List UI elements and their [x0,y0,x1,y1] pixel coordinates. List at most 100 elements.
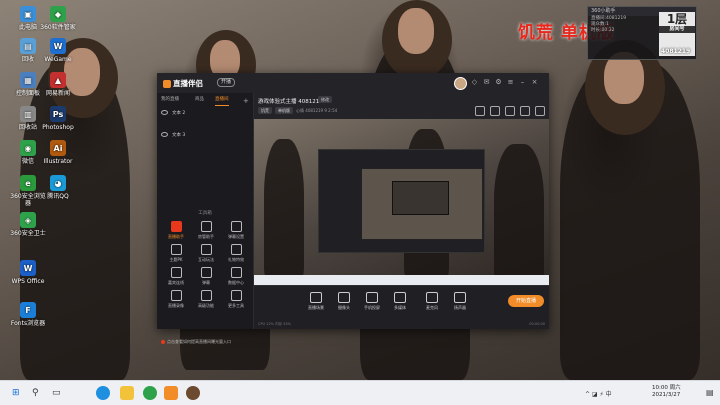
search-icon[interactable]: ⚲ [32,387,39,399]
scene-item[interactable]: 文本 3 [161,131,185,140]
tool-icon [170,244,182,255]
tool-icon [200,290,212,301]
start-live-button[interactable]: 开始直播 [508,295,544,307]
tool-label: 嘉宾连线 [168,280,184,285]
tool-button[interactable]: 更多工具 [223,290,249,309]
logo-icon [163,80,171,88]
eye-icon[interactable] [161,132,168,137]
preview-figure [494,144,544,284]
windows-start-icon[interactable]: ⊞ [12,387,20,399]
tool-button[interactable]: 互动玩法 [193,244,219,263]
tool-button[interactable]: 弹幕 [193,267,219,286]
app-icon: W [50,38,66,54]
minimize-icon[interactable]: – [518,78,527,87]
source-button[interactable]: 直播场景 [304,292,328,311]
add-scene-icon[interactable]: + [243,97,249,105]
app-icon: ▦ [20,72,36,88]
avatar[interactable] [454,77,467,90]
app-icon: ◈ [20,212,36,228]
tool-button[interactable]: 主题PK [163,244,189,263]
app-icon: F [20,302,36,318]
edge-icon[interactable] [96,386,110,400]
desktop-icon[interactable]: ◈ 360安全卫士 [8,212,48,237]
record-icon[interactable] [490,106,500,116]
source-button[interactable]: 麦克风 [420,292,444,311]
desktop-icon[interactable]: W WeGame [38,38,78,63]
category-tag[interactable]: 饥荒 [258,107,272,114]
exposure-notice[interactable]: 点击查看如何提高直播间曝光量入口 [161,339,231,345]
tool-button[interactable]: 礼物特效 [223,244,249,263]
sidebar-tabs: 我的直播 商品 直播间 + [157,96,253,106]
menu-icon[interactable]: ≡ [506,78,515,87]
tab-my-live[interactable]: 我的直播 [161,96,179,102]
notification-icon[interactable]: ▤ [706,387,714,399]
clock[interactable]: 10:00 周六 2021/3/27 [652,385,681,399]
source-icon [310,292,322,303]
more-icon[interactable] [535,106,545,116]
source-icon [338,292,350,303]
room-badge-sub: 房间号 [659,26,695,33]
room-meta: 饥荒 单机版 心情 4081219 9 2:54 [258,107,337,114]
gift-icon[interactable]: ◇ [470,78,479,87]
status-left: CPU 12% 内存 45% [258,322,292,326]
tool-icon [170,290,182,301]
vip-badge[interactable]: 开播 [217,78,236,87]
source-label: 扬声器 [454,305,466,310]
desktop-icon-label: Fonts浏览器 [10,320,46,327]
app-icon: Ai [50,140,66,156]
desktop-icon[interactable]: Ps Photoshop [38,106,78,131]
eye-icon[interactable] [161,110,168,115]
source-button[interactable]: 手机投屏 [360,292,384,311]
message-icon[interactable]: ✉ [482,78,491,87]
app-icon: ◆ [50,6,66,22]
settings-icon[interactable]: ⚙ [494,78,503,87]
screenshot-icon[interactable] [475,106,485,116]
tool-icon [170,221,182,232]
tool-icon [200,244,212,255]
share-icon[interactable] [505,106,515,116]
browser-360-icon[interactable] [143,386,157,400]
preview-figure [264,139,304,279]
category-tag[interactable]: 单机版 [275,107,293,114]
wallpaper-face [398,8,434,54]
folder-icon[interactable] [120,386,134,400]
desktop-icon[interactable]: ▲ 网易新闻 [38,72,78,97]
clock-date: 2021/3/27 [652,392,681,398]
tool-button[interactable]: 高级功能 [193,290,219,309]
live-companion-icon[interactable] [164,386,178,400]
tool-button[interactable]: 直播助手 [163,221,189,240]
tool-icon [200,221,212,232]
edit-title-button[interactable]: 修改 [318,96,332,103]
desktop-icon[interactable]: F Fonts浏览器 [8,302,48,327]
tool-button[interactable]: 房管助手 [193,221,219,240]
source-button[interactable]: 摄像头 [332,292,356,311]
status-right: 00:00:00 [529,322,545,326]
tool-button[interactable]: 嘉宾连线 [163,267,189,286]
game-icon[interactable] [186,386,200,400]
desktop-icon[interactable]: ◕ 腾讯QQ [38,175,78,200]
source-button[interactable]: 多媒体 [388,292,412,311]
tab-goods[interactable]: 商品 [195,96,204,102]
tool-button[interactable]: 直播录像 [163,290,189,309]
tool-button[interactable]: 数据中心 [223,267,249,286]
source-icon [366,292,378,303]
toolbox-title: 工具箱 [198,211,212,216]
close-icon[interactable]: × [530,78,539,87]
stream-preview[interactable] [254,119,549,285]
system-tray[interactable]: ^ ◪ ⚡ 中 [585,389,612,398]
tool-button[interactable]: 弹幕设置 [223,221,249,240]
room-badge: 1层 房间号 4081219 [659,12,695,56]
desktop-icon[interactable]: Ai Illustrator [38,140,78,165]
desktop-icon[interactable]: ◆ 360软件管家 [38,6,78,31]
nested-preview-inner [392,181,449,215]
bell-icon[interactable] [520,106,530,116]
tab-live-room[interactable]: 直播间 [215,96,229,106]
desktop-icon[interactable]: W WPS Office [8,260,48,285]
app-icon: ▥ [20,106,36,122]
status-bar: CPU 12% 内存 45% 00:00:00 [254,320,549,329]
source-button[interactable]: 扬声器 [448,292,472,311]
tool-icon [230,290,242,301]
tool-label: 礼物特效 [228,257,244,262]
scene-item[interactable]: 文本 2 [161,109,185,118]
task-view-icon[interactable]: ▭ [52,387,61,399]
